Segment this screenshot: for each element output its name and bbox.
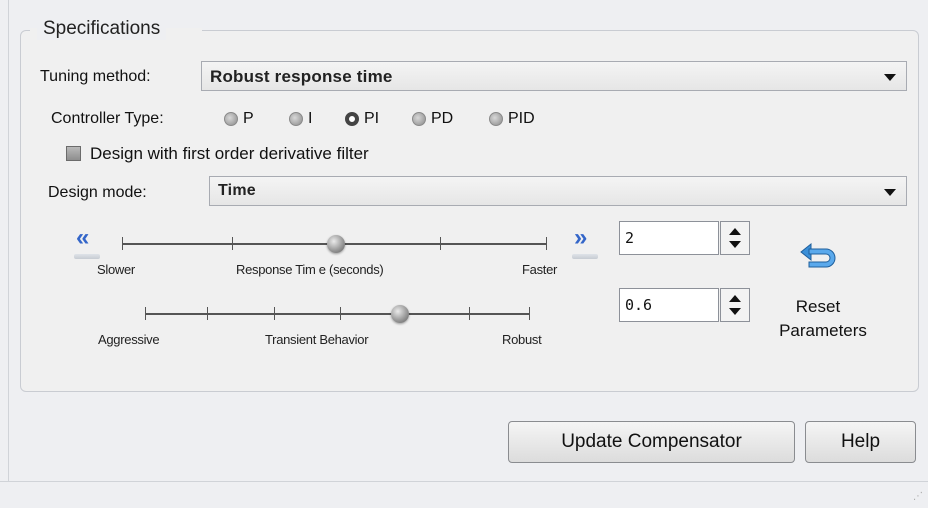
update-compensator-button[interactable]: Update Compensator bbox=[508, 421, 795, 463]
resize-grip-icon[interactable]: ⋰ bbox=[913, 491, 923, 502]
response-time-label: Response Tim e (seconds) bbox=[236, 262, 384, 277]
spin-down-icon[interactable] bbox=[729, 241, 741, 248]
radio-pi[interactable]: PI bbox=[345, 110, 379, 128]
status-bar-divider bbox=[0, 481, 928, 482]
robust-label: Robust bbox=[502, 332, 542, 347]
radio-label-i: I bbox=[308, 110, 313, 127]
chevron-down-icon bbox=[884, 74, 896, 81]
transient-slider-knob[interactable] bbox=[391, 305, 409, 323]
faster-label: Faster bbox=[522, 262, 558, 277]
transient-track bbox=[145, 313, 529, 315]
slider-tick bbox=[529, 307, 530, 320]
radio-pd[interactable]: PD bbox=[412, 110, 453, 128]
radio-dot bbox=[289, 112, 303, 126]
transient-value: 0.6 bbox=[625, 296, 653, 314]
spin-down-icon[interactable] bbox=[729, 308, 741, 315]
slider-tick bbox=[232, 237, 233, 250]
response-time-value: 2 bbox=[625, 229, 635, 247]
chevron-underline bbox=[74, 254, 100, 259]
spin-up-icon[interactable] bbox=[729, 295, 741, 302]
reset-label-line2[interactable]: Parameters bbox=[753, 321, 893, 341]
tuning-method-label: Tuning method: bbox=[40, 68, 151, 85]
radio-dot bbox=[412, 112, 426, 126]
radio-label-pd: PD bbox=[431, 110, 454, 127]
radio-dot bbox=[224, 112, 238, 126]
radio-dot-selected bbox=[345, 112, 359, 126]
spinner-buttons[interactable] bbox=[720, 221, 750, 255]
radio-pid[interactable]: PID bbox=[489, 110, 535, 128]
radio-label-p: P bbox=[243, 110, 254, 127]
double-chevron-left-icon[interactable]: « bbox=[76, 226, 104, 252]
chevron-down-icon bbox=[884, 189, 896, 196]
help-button[interactable]: Help bbox=[805, 421, 916, 463]
derivative-filter-checkbox[interactable] bbox=[66, 146, 81, 161]
spinner-buttons[interactable] bbox=[720, 288, 750, 322]
tuning-method-dropdown[interactable]: Robust response time bbox=[201, 61, 907, 91]
response-time-spinner[interactable]: 2 bbox=[619, 221, 750, 255]
specifications-title: Specifications bbox=[37, 18, 167, 40]
tuning-method-value: Robust response time bbox=[210, 67, 393, 86]
reset-label-line1[interactable]: Reset bbox=[748, 297, 888, 317]
design-mode-dropdown[interactable]: Time bbox=[209, 176, 907, 206]
panel-left-border bbox=[8, 0, 9, 481]
slider-tick bbox=[546, 237, 547, 250]
spin-up-icon[interactable] bbox=[729, 228, 741, 235]
slider-tick bbox=[440, 237, 441, 250]
response-time-slider-knob[interactable] bbox=[327, 235, 345, 253]
double-chevron-right-icon[interactable]: » bbox=[574, 226, 602, 252]
slider-tick bbox=[145, 307, 146, 320]
transient-behavior-label: Transient Behavior bbox=[265, 332, 369, 347]
design-mode-label: Design mode: bbox=[48, 184, 147, 201]
radio-p[interactable]: P bbox=[224, 110, 254, 128]
controller-type-label: Controller Type: bbox=[51, 110, 164, 127]
slider-tick bbox=[274, 307, 275, 320]
undo-arrow-icon[interactable] bbox=[797, 236, 841, 276]
aggressive-label: Aggressive bbox=[98, 332, 160, 347]
radio-label-pi: PI bbox=[364, 110, 380, 127]
design-mode-value: Time bbox=[218, 182, 256, 199]
slider-tick bbox=[469, 307, 470, 320]
chevron-underline bbox=[572, 254, 598, 259]
transient-spinner[interactable]: 0.6 bbox=[619, 288, 750, 322]
derivative-filter-label: Design with first order derivative filte… bbox=[90, 144, 369, 163]
radio-i[interactable]: I bbox=[289, 110, 312, 128]
slider-tick bbox=[122, 237, 123, 250]
radio-label-pid: PID bbox=[508, 110, 535, 127]
slower-label: Slower bbox=[97, 262, 135, 277]
radio-dot bbox=[489, 112, 503, 126]
slider-tick bbox=[340, 307, 341, 320]
slider-tick bbox=[207, 307, 208, 320]
